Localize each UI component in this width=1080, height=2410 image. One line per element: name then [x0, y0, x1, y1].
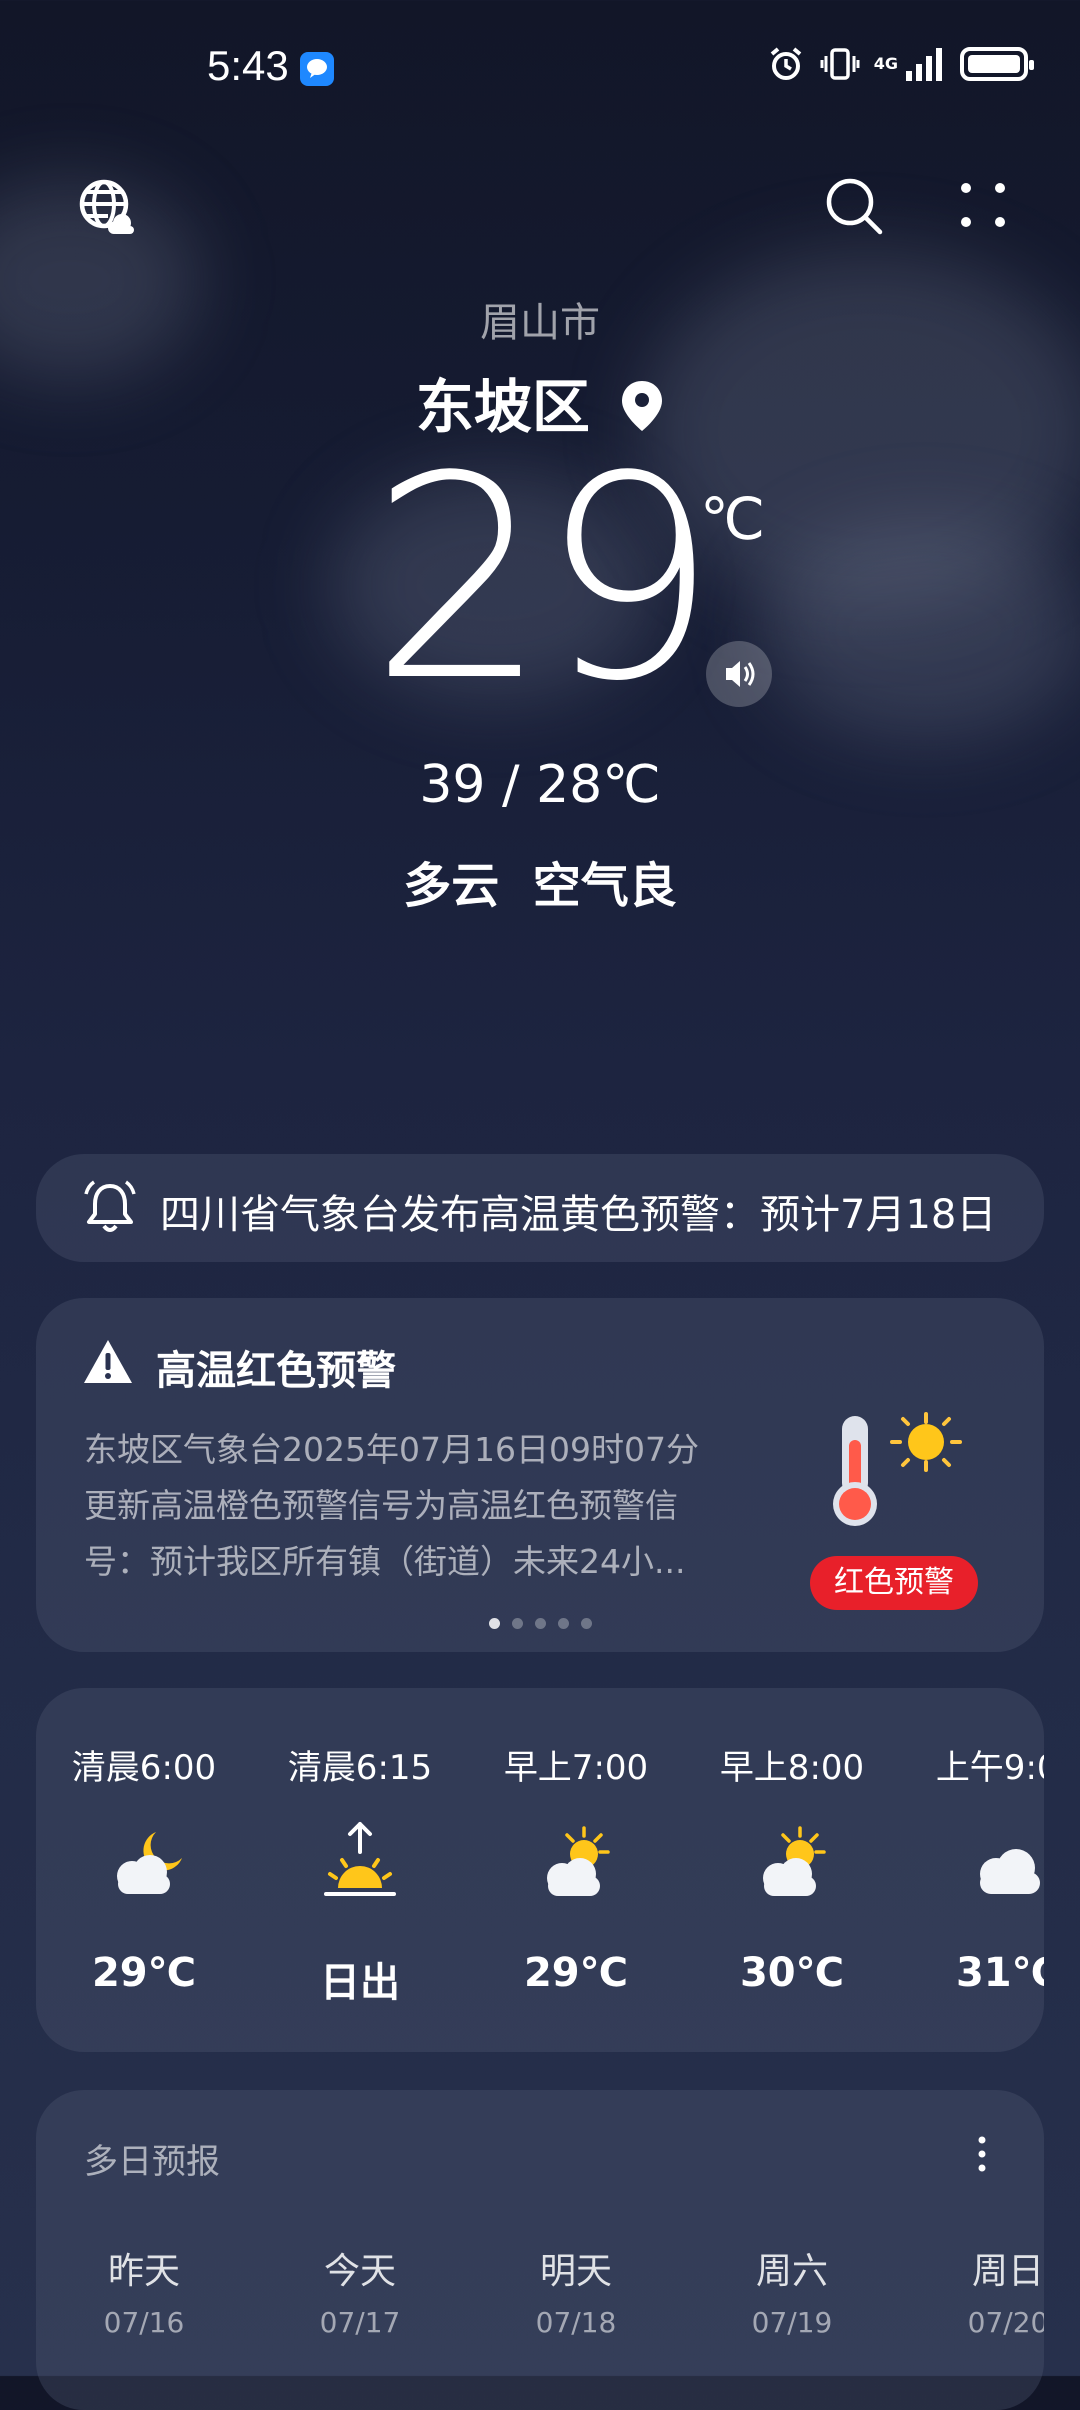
warning-banner[interactable]: 四川省气象台发布高温黄色预警：预计7月18日	[36, 1154, 1044, 1262]
warning-triangle-icon	[84, 1340, 132, 1383]
more-grid-icon[interactable]	[958, 180, 1008, 234]
heat-alert-card[interactable]: 高温红色预警 东坡区气象台2025年07月16日09时07分 更新高温橙色预警信…	[36, 1298, 1044, 1652]
weather-condition: 多云 空气良	[403, 858, 677, 914]
temperature-unit: ℃	[700, 485, 766, 553]
sun-cloud-icon	[763, 1826, 826, 1896]
hour-label: 早上7:00	[503, 1748, 649, 1788]
day-date: 07/17	[319, 2306, 401, 2339]
signal-icon	[906, 48, 942, 81]
day-name: 周日	[971, 2251, 1044, 2292]
moon-cloud-icon	[117, 1832, 182, 1894]
alert-line: 更新高温橙色预警信号为高温红色预警信	[84, 1486, 678, 1525]
speaker-button[interactable]	[706, 641, 772, 707]
hour-temperature: 30℃	[739, 1950, 845, 1996]
red-warning-badge: 红色预警	[810, 1556, 978, 1610]
page-indicator	[36, 1614, 1044, 1633]
banner-text: 四川省气象台发布高温黄色预警：预计7月18日	[160, 1192, 997, 1238]
city-name: 眉山市	[480, 300, 600, 346]
hour-temperature: 日出	[320, 1960, 400, 2006]
day-name: 今天	[323, 2251, 396, 2292]
hour-label: 清晨6:15	[287, 1748, 433, 1788]
day-name: 周六	[755, 2251, 828, 2292]
hour-label: 早上8:00	[719, 1748, 865, 1788]
day-name: 昨天	[107, 2251, 180, 2292]
thermometer-sun-icon	[833, 1412, 962, 1526]
more-options-icon[interactable]	[972, 2134, 992, 2174]
sun-cloud-icon	[547, 1826, 610, 1896]
daily-forecast-title: 多日预报	[84, 2142, 220, 2182]
world-weather-icon[interactable]	[78, 178, 138, 242]
alert-description: 东坡区气象台2025年07月16日09时07分 更新高温橙色预警信号为高温红色预…	[84, 1422, 744, 1590]
cloud-icon	[980, 1849, 1040, 1894]
speaker-icon	[726, 661, 755, 687]
alert-bell-icon	[84, 1180, 136, 1232]
day-date: 07/16	[103, 2306, 185, 2339]
status-time: 5:43	[207, 42, 289, 89]
hour-label: 上午9:00	[935, 1748, 1044, 1788]
day-name: 明天	[539, 2251, 612, 2292]
day-date: 07/19	[751, 2306, 833, 2339]
temperature-range: 39 / 28℃	[419, 755, 661, 815]
day-date: 07/18	[535, 2306, 617, 2339]
alert-title: 高温红色预警	[156, 1348, 396, 1394]
message-notification-icon	[300, 52, 334, 86]
hour-temperature: 29℃	[523, 1950, 629, 1996]
status-icons: 4G	[766, 44, 1034, 84]
hour-temperature: 31℃	[955, 1950, 1044, 1996]
hour-label: 清晨6:00	[71, 1748, 217, 1788]
current-temperature: 29	[369, 417, 718, 743]
daily-forecast[interactable]: 多日预报 昨天 07/16 今天 07/17 明天 07/18 周六 07/19 周日 0…	[36, 2090, 1044, 2410]
hour-temperature: 29℃	[91, 1950, 197, 1996]
battery-icon	[960, 47, 1034, 81]
sunrise-icon	[324, 1822, 396, 1896]
network-type: 4G	[873, 54, 898, 73]
search-icon[interactable]	[824, 176, 884, 240]
alert-line: 东坡区气象台2025年07月16日09时07分	[84, 1430, 699, 1469]
alert-line: 号：预计我区所有镇（街道）未来24小...	[84, 1542, 686, 1581]
alarm-icon	[770, 47, 802, 80]
day-date: 07/20	[967, 2306, 1044, 2339]
vibrate-icon	[820, 48, 860, 80]
hourly-forecast[interactable]: 清晨6:00 29℃ 清晨6:15 日出 早上7:00 29℃ 早上8:00 3…	[36, 1688, 1044, 2052]
status-bar: 5:43 4G	[0, 0, 1080, 140]
